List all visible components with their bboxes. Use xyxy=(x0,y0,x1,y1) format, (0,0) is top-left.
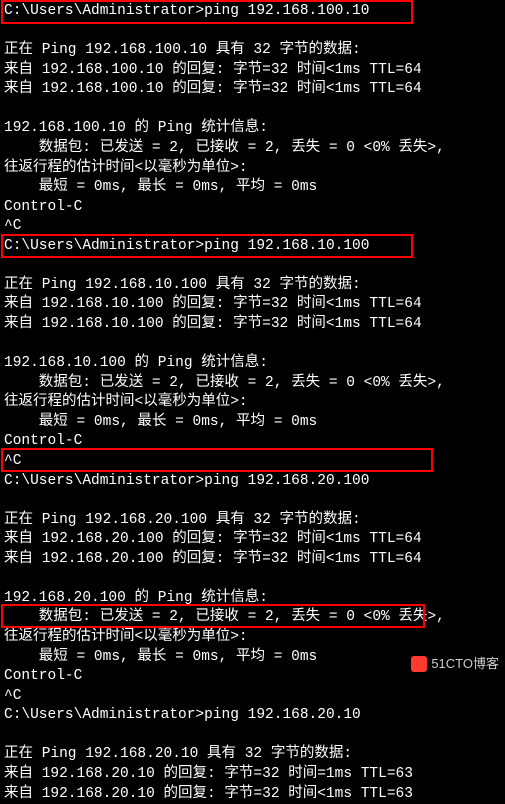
terminal-line: 往返行程的估计时间<以毫秒为单位>: xyxy=(4,628,501,648)
terminal-line: 来自 192.168.20.100 的回复: 字节=32 时间<1ms TTL=… xyxy=(4,530,501,550)
terminal-line: 来自 192.168.10.100 的回复: 字节=32 时间<1ms TTL=… xyxy=(4,295,501,315)
watermark-icon xyxy=(411,656,427,672)
terminal-line: C:\Users\Administrator>ping 192.168.100.… xyxy=(4,2,501,22)
terminal-line: 最短 = 0ms, 最长 = 0ms, 平均 = 0ms xyxy=(4,413,501,433)
terminal-line xyxy=(4,22,501,42)
terminal-line: 最短 = 0ms, 最长 = 0ms, 平均 = 0ms xyxy=(4,178,501,198)
terminal-line xyxy=(4,726,501,746)
terminal-line xyxy=(4,335,501,355)
terminal-line: 192.168.20.100 的 Ping 统计信息: xyxy=(4,589,501,609)
terminal-line: Control-C xyxy=(4,432,501,452)
terminal-line xyxy=(4,256,501,276)
terminal-line: C:\Users\Administrator>ping 192.168.10.1… xyxy=(4,237,501,257)
terminal-line: 正在 Ping 192.168.20.100 具有 32 字节的数据: xyxy=(4,511,501,531)
terminal-line: 数据包: 已发送 = 2, 已接收 = 2, 丢失 = 0 <0% 丢失>, xyxy=(4,608,501,628)
terminal-line: 192.168.100.10 的 Ping 统计信息: xyxy=(4,119,501,139)
terminal-line: C:\Users\Administrator>ping 192.168.20.1… xyxy=(4,706,501,726)
terminal-line: 正在 Ping 192.168.100.10 具有 32 字节的数据: xyxy=(4,41,501,61)
terminal-line: ^C xyxy=(4,217,501,237)
terminal-line: 来自 192.168.10.100 的回复: 字节=32 时间<1ms TTL=… xyxy=(4,315,501,335)
terminal-line: 来自 192.168.20.100 的回复: 字节=32 时间<1ms TTL=… xyxy=(4,550,501,570)
terminal-line: 数据包: 已发送 = 2, 已接收 = 2, 丢失 = 0 <0% 丢失>, xyxy=(4,374,501,394)
terminal-line: ^C xyxy=(4,687,501,707)
watermark-text: 51CTO博客 xyxy=(431,655,499,673)
terminal-line: 正在 Ping 192.168.10.100 具有 32 字节的数据: xyxy=(4,276,501,296)
terminal-line: 192.168.10.100 的 Ping 统计信息: xyxy=(4,354,501,374)
terminal-line: 来自 192.168.20.10 的回复: 字节=32 时间<1ms TTL=6… xyxy=(4,785,501,804)
terminal-line xyxy=(4,569,501,589)
terminal-line: 数据包: 已发送 = 2, 已接收 = 2, 丢失 = 0 <0% 丢失>, xyxy=(4,139,501,159)
terminal-line: Control-C xyxy=(4,198,501,218)
terminal-line: 来自 192.168.100.10 的回复: 字节=32 时间<1ms TTL=… xyxy=(4,80,501,100)
terminal-line xyxy=(4,491,501,511)
terminal-line: 正在 Ping 192.168.20.10 具有 32 字节的数据: xyxy=(4,745,501,765)
terminal-line: 往返行程的估计时间<以毫秒为单位>: xyxy=(4,393,501,413)
terminal-line: ^C xyxy=(4,452,501,472)
terminal-line: 来自 192.168.100.10 的回复: 字节=32 时间<1ms TTL=… xyxy=(4,61,501,81)
terminal-line: 往返行程的估计时间<以毫秒为单位>: xyxy=(4,159,501,179)
terminal-line: C:\Users\Administrator>ping 192.168.20.1… xyxy=(4,472,501,492)
watermark: 51CTO博客 xyxy=(411,655,499,673)
terminal-line: 来自 192.168.20.10 的回复: 字节=32 时间=1ms TTL=6… xyxy=(4,765,501,785)
terminal-output: C:\Users\Administrator>ping 192.168.100.… xyxy=(4,2,501,804)
terminal-line xyxy=(4,100,501,120)
